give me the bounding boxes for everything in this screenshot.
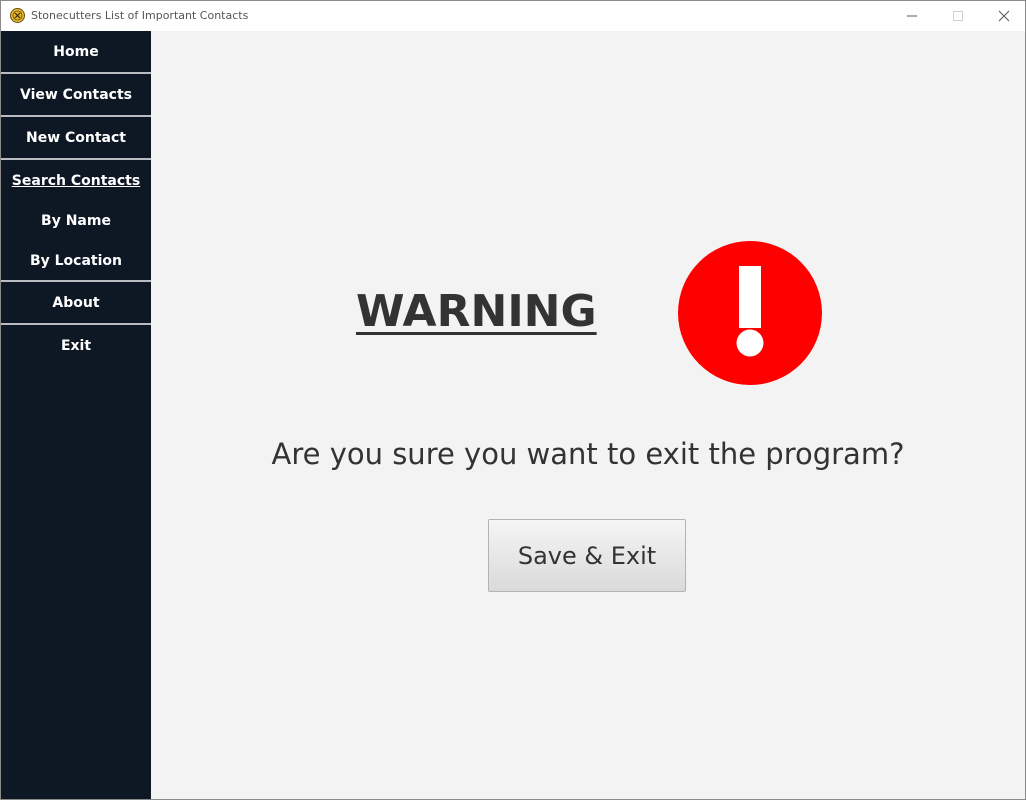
sidebar-item-by-location[interactable]: By Location (1, 241, 151, 281)
sidebar-item-view-contacts[interactable]: View Contacts (1, 74, 151, 116)
close-button[interactable] (981, 1, 1026, 31)
sidebar-item-about[interactable]: About (1, 282, 151, 324)
main-content: WARNING Are you sure you want to exit th… (151, 31, 1025, 799)
maximize-icon (953, 11, 963, 21)
sidebar-item-home[interactable]: Home (1, 31, 151, 73)
minimize-button[interactable] (889, 1, 935, 31)
app-window: Stonecutters List of Important Contacts … (0, 0, 1026, 800)
sidebar-item-exit[interactable]: Exit (1, 325, 151, 367)
close-icon (998, 10, 1010, 22)
window-title: Stonecutters List of Important Contacts (31, 9, 249, 22)
sidebar-item-search-contacts[interactable]: Search Contacts (1, 160, 151, 202)
minimize-icon (907, 15, 917, 17)
maximize-button[interactable] (935, 1, 981, 31)
sidebar-item-new-contact[interactable]: New Contact (1, 117, 151, 159)
sidebar-item-by-name[interactable]: By Name (1, 201, 151, 241)
warning-heading: WARNING (356, 286, 597, 337)
title-bar[interactable]: Stonecutters List of Important Contacts (1, 1, 1025, 31)
save-and-exit-button[interactable]: Save & Exit (488, 519, 686, 592)
stonecutters-emblem-icon (10, 8, 25, 23)
exit-confirmation-question: Are you sure you want to exit the progra… (271, 437, 905, 471)
exclamation-circle-icon (678, 241, 822, 385)
sidebar: Home View Contacts New Contact Search Co… (1, 31, 151, 799)
